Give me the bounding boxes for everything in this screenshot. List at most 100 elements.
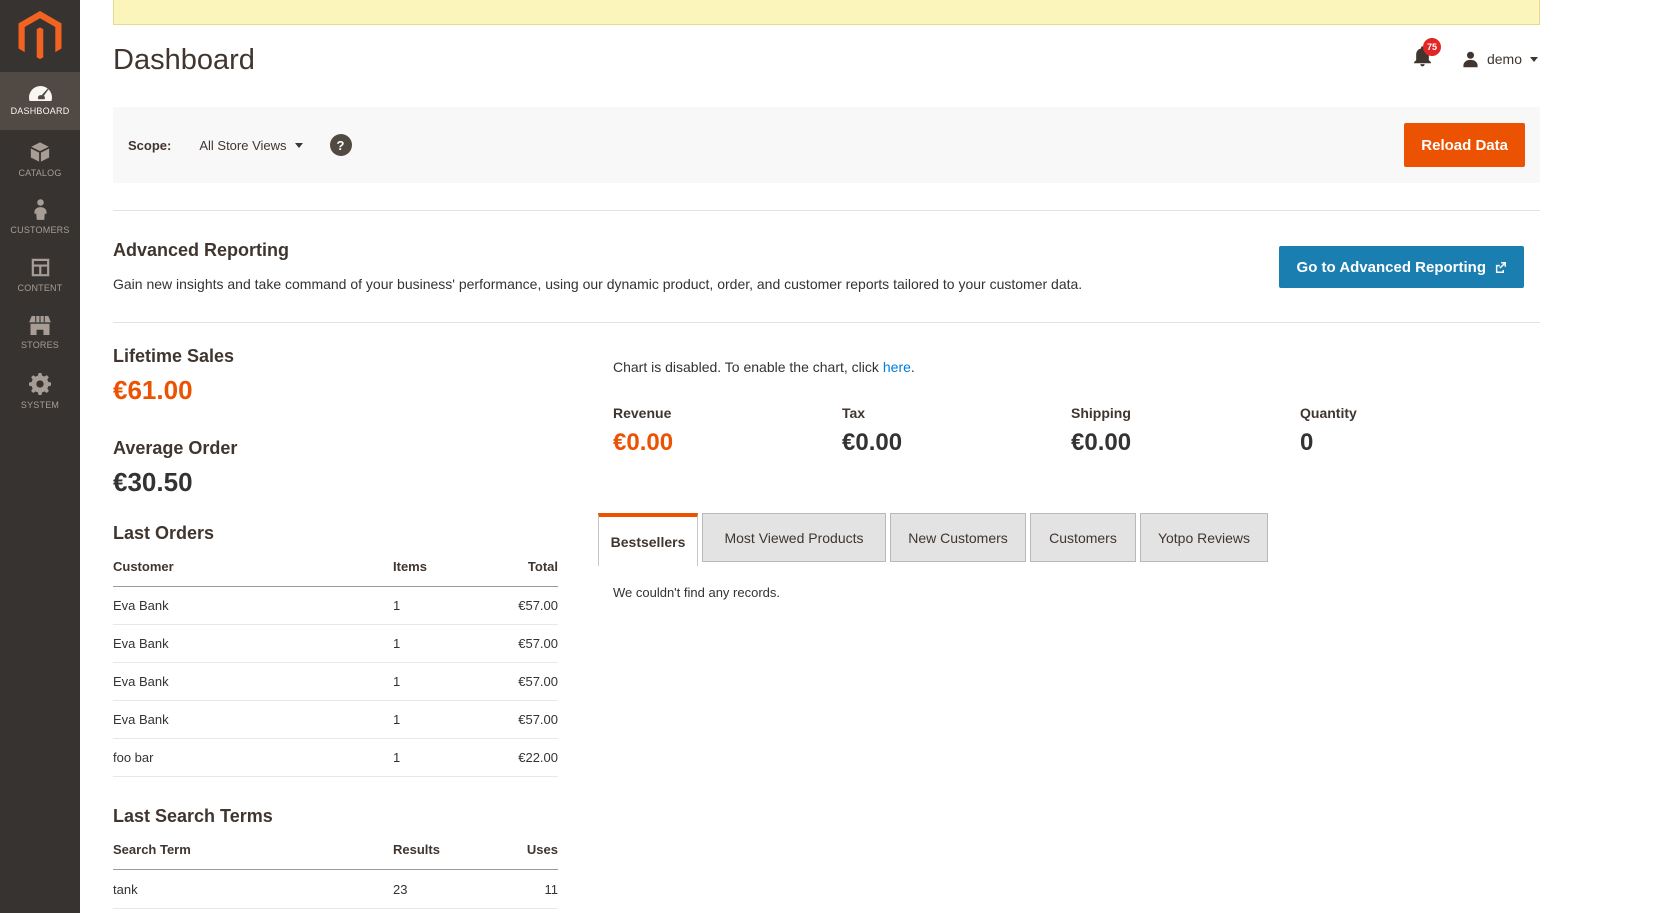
notification-count-badge: 75 <box>1423 38 1441 56</box>
stat-quantity: Quantity 0 <box>1300 405 1529 457</box>
magento-logo-icon <box>18 11 62 62</box>
cell-total: €22.00 <box>483 750 558 765</box>
sidebar-item-label: CATALOG <box>18 168 61 178</box>
user-icon <box>1462 51 1479 68</box>
help-icon[interactable]: ? <box>330 134 352 156</box>
last-orders-title: Last Orders <box>113 523 214 544</box>
tab-customers[interactable]: Customers <box>1030 513 1136 562</box>
store-view-switcher[interactable]: All Store Views <box>199 138 302 153</box>
table-row[interactable]: tank 23 11 <box>113 870 558 909</box>
divider <box>113 210 1540 211</box>
table-row[interactable]: Eva Bank 1 €57.00 <box>113 587 558 625</box>
dashboard-icon <box>29 86 52 101</box>
column-search-term: Search Term <box>113 842 393 857</box>
header-actions: 75 demo <box>1413 46 1538 72</box>
enable-chart-link[interactable]: here <box>883 359 911 375</box>
table-header: Customer Items Total <box>113 552 558 587</box>
cell-items: 1 <box>393 636 483 651</box>
cell-customer: foo bar <box>113 750 393 765</box>
tab-bestsellers[interactable]: Bestsellers <box>598 513 698 566</box>
sidebar-item-label: STORES <box>21 340 59 350</box>
sidebar-item-dashboard[interactable]: DASHBOARD <box>0 72 80 130</box>
cell-items: 1 <box>393 674 483 689</box>
notifications-button[interactable]: 75 <box>1413 46 1432 72</box>
cell-total: €57.00 <box>483 636 558 651</box>
stat-label: Shipping <box>1071 405 1300 421</box>
sidebar: DASHBOARD CATALOG CUSTOMERS <box>0 0 80 913</box>
magento-logo[interactable] <box>0 0 80 72</box>
sidebar-item-label: DASHBOARD <box>11 106 70 116</box>
column-customer: Customer <box>113 559 393 574</box>
cell-customer: Eva Bank <box>113 712 393 727</box>
sidebar-item-stores[interactable]: STORES <box>0 304 80 362</box>
cell-uses: 11 <box>483 882 558 897</box>
go-to-advanced-reporting-label: Go to Advanced Reporting <box>1297 259 1486 276</box>
catalog-icon <box>29 141 51 163</box>
stat-shipping: Shipping €0.00 <box>1071 405 1300 457</box>
tab-new-customers[interactable]: New Customers <box>890 513 1026 562</box>
chevron-down-icon <box>1530 57 1538 62</box>
lifetime-sales-value: €61.00 <box>113 375 193 406</box>
column-total: Total <box>483 559 558 574</box>
scope-label: Scope: <box>128 138 171 153</box>
last-orders-table: Customer Items Total Eva Bank 1 €57.00 E… <box>113 552 558 777</box>
sidebar-menu: DASHBOARD CATALOG CUSTOMERS <box>0 72 80 420</box>
cell-customer: Eva Bank <box>113 674 393 689</box>
stat-revenue: Revenue €0.00 <box>613 405 842 457</box>
stat-value: €0.00 <box>613 429 842 457</box>
table-row[interactable]: foo bar 1 €22.00 <box>113 739 558 777</box>
cell-customer: Eva Bank <box>113 636 393 651</box>
sidebar-item-label: SYSTEM <box>21 400 59 410</box>
stat-value: 0 <box>1300 429 1529 457</box>
table-header: Search Term Results Uses <box>113 835 558 870</box>
external-link-icon <box>1495 262 1506 273</box>
sidebar-item-catalog[interactable]: CATALOG <box>0 130 80 188</box>
sidebar-item-content[interactable]: CONTENT <box>0 246 80 304</box>
tab-most-viewed-products[interactable]: Most Viewed Products <box>702 513 886 562</box>
divider <box>113 322 1540 323</box>
stat-value: €0.00 <box>1071 429 1300 457</box>
column-results: Results <box>393 842 483 857</box>
sidebar-item-label: CUSTOMERS <box>10 225 69 235</box>
table-row[interactable]: Eva Bank 1 €57.00 <box>113 663 558 701</box>
advanced-reporting-description: Gain new insights and take command of yo… <box>113 276 1082 292</box>
cell-items: 1 <box>393 712 483 727</box>
chart-notice-period: . <box>911 359 915 375</box>
cell-results: 23 <box>393 882 483 897</box>
stat-label: Tax <box>842 405 1071 421</box>
scope-bar: Scope: All Store Views ? Reload Data <box>113 107 1540 183</box>
cell-items: 1 <box>393 598 483 613</box>
stat-tax: Tax €0.00 <box>842 405 1071 457</box>
chart-notice-text: Chart is disabled. To enable the chart, … <box>613 359 879 375</box>
cell-total: €57.00 <box>483 598 558 613</box>
reload-data-button[interactable]: Reload Data <box>1404 123 1525 167</box>
store-view-value: All Store Views <box>199 138 286 153</box>
tab-yotpo-reviews[interactable]: Yotpo Reviews <box>1140 513 1268 562</box>
dashboard-tabs: Bestsellers Most Viewed Products New Cus… <box>598 513 1268 566</box>
stat-value: €0.00 <box>842 429 1071 457</box>
stat-label: Quantity <box>1300 405 1529 421</box>
cell-customer: Eva Bank <box>113 598 393 613</box>
stat-label: Revenue <box>613 405 842 421</box>
chart-disabled-notice: Chart is disabled. To enable the chart, … <box>613 359 915 375</box>
page-title: Dashboard <box>113 44 255 77</box>
customers-icon <box>33 199 48 220</box>
cell-items: 1 <box>393 750 483 765</box>
sidebar-item-label: CONTENT <box>18 283 63 293</box>
cell-total: €57.00 <box>483 674 558 689</box>
cell-total: €57.00 <box>483 712 558 727</box>
table-row[interactable]: Eva Bank 1 €57.00 <box>113 625 558 663</box>
go-to-advanced-reporting-button[interactable]: Go to Advanced Reporting <box>1279 246 1524 288</box>
cell-search-term: tank <box>113 882 393 897</box>
user-menu[interactable]: demo <box>1462 51 1538 68</box>
sidebar-item-customers[interactable]: CUSTOMERS <box>0 188 80 246</box>
sidebar-item-system[interactable]: SYSTEM <box>0 362 80 420</box>
lifetime-sales-label: Lifetime Sales <box>113 346 234 367</box>
column-items: Items <box>393 559 483 574</box>
totals-row: Revenue €0.00 Tax €0.00 Shipping €0.00 Q… <box>613 405 1529 457</box>
last-search-terms-table: Search Term Results Uses tank 23 11 <box>113 835 558 909</box>
table-row[interactable]: Eva Bank 1 €57.00 <box>113 701 558 739</box>
content-icon <box>30 257 51 278</box>
average-order-label: Average Order <box>113 438 237 459</box>
advanced-reporting-title: Advanced Reporting <box>113 240 289 261</box>
